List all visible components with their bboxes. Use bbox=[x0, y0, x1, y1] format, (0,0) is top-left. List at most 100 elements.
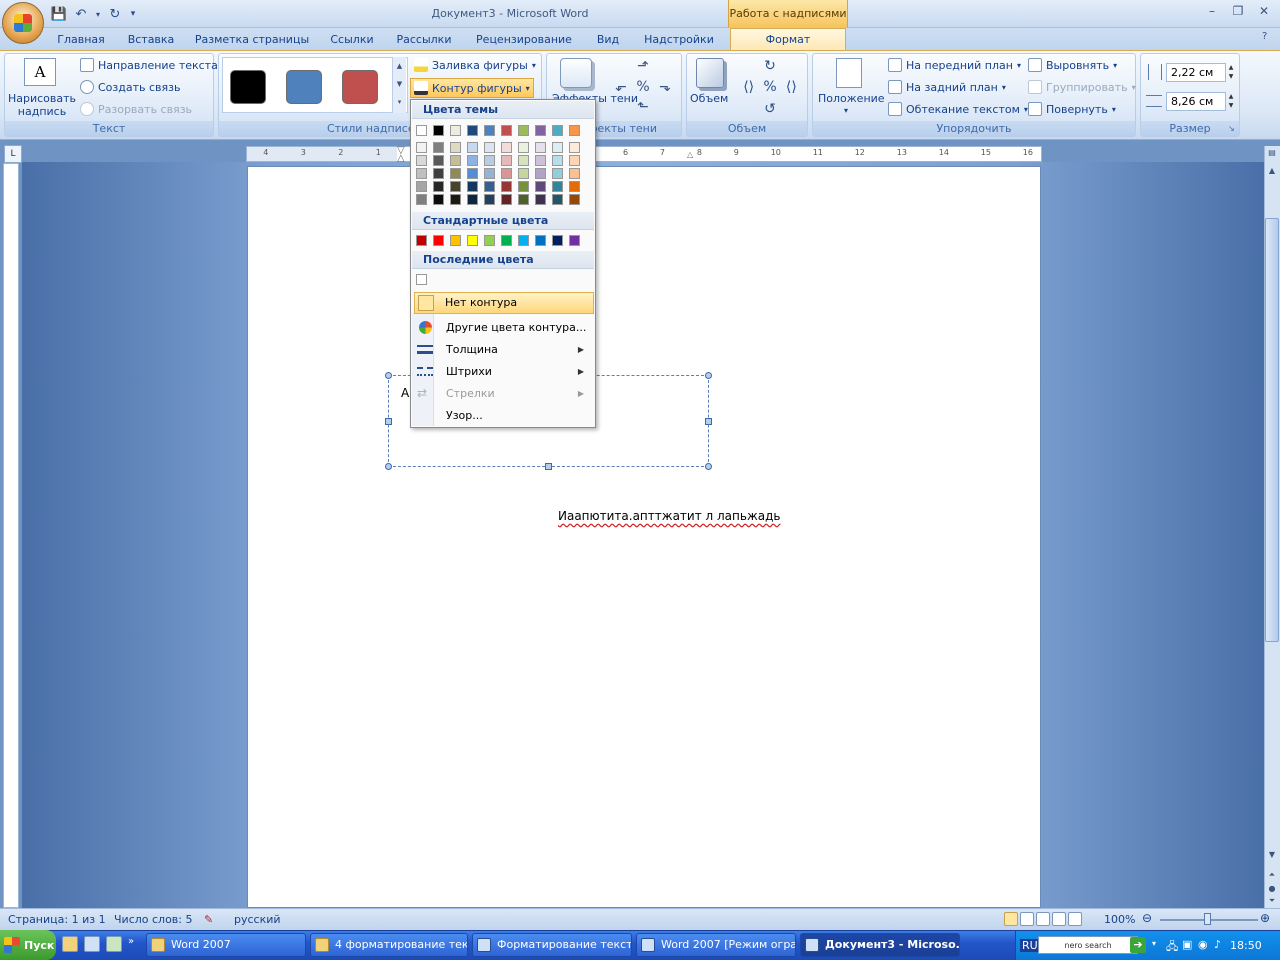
position-icon[interactable] bbox=[836, 58, 862, 88]
zoom-in-icon[interactable]: ⊕ bbox=[1260, 911, 1270, 925]
theme-shade-swatch[interactable] bbox=[450, 194, 461, 205]
theme-color-swatch[interactable] bbox=[467, 125, 478, 136]
theme-shade-swatch[interactable] bbox=[569, 194, 580, 205]
customize-qat-icon[interactable]: ▾ bbox=[128, 5, 138, 23]
go-arrow-icon[interactable]: ➔ bbox=[1130, 937, 1146, 953]
zoom-slider-thumb[interactable] bbox=[1204, 913, 1211, 925]
minimize-button[interactable]: – bbox=[1200, 2, 1224, 20]
monitor-icon[interactable]: ▣ bbox=[1182, 938, 1192, 951]
theme-color-swatch[interactable] bbox=[416, 125, 427, 136]
zoom-out-icon[interactable]: ⊖ bbox=[1142, 911, 1152, 925]
theme-color-swatch[interactable] bbox=[450, 125, 461, 136]
theme-shade-swatch[interactable] bbox=[518, 142, 529, 153]
redo-icon[interactable]: ↻ bbox=[106, 5, 124, 23]
office-button[interactable] bbox=[2, 2, 44, 44]
tab-view[interactable]: Вид bbox=[590, 31, 626, 49]
style-swatch-red[interactable] bbox=[342, 70, 378, 104]
3d-toggle-icon[interactable]: % bbox=[759, 77, 780, 98]
standard-color-swatch[interactable] bbox=[569, 235, 580, 246]
shape-fill-button[interactable]: Заливка фигуры ▾ bbox=[414, 58, 536, 72]
tilt-icon[interactable] bbox=[781, 56, 802, 77]
tilt-icon[interactable] bbox=[738, 99, 759, 120]
save-icon[interactable]: 💾 bbox=[50, 5, 68, 23]
resize-handle[interactable] bbox=[385, 463, 392, 470]
nudge-icon[interactable] bbox=[654, 99, 676, 120]
nudge-right-icon[interactable]: ⬎ bbox=[654, 79, 676, 100]
standard-color-swatch[interactable] bbox=[467, 235, 478, 246]
no-outline-item[interactable]: Нет контура bbox=[414, 292, 594, 314]
resize-handle[interactable] bbox=[705, 463, 712, 470]
shadow-toggle-icon[interactable]: % bbox=[632, 79, 654, 100]
recent-color-swatch[interactable] bbox=[416, 274, 427, 285]
theme-shade-swatch[interactable] bbox=[467, 194, 478, 205]
text-direction-button[interactable]: Направление текста bbox=[80, 58, 218, 72]
word-app-icon[interactable] bbox=[84, 936, 100, 952]
theme-shade-swatch[interactable] bbox=[552, 168, 563, 179]
tab-home[interactable]: Главная bbox=[52, 31, 110, 49]
tilt-left-icon[interactable]: ⟨⟩ bbox=[738, 77, 759, 98]
theme-shade-swatch[interactable] bbox=[433, 142, 444, 153]
rotate-button[interactable]: Повернуть ▾ bbox=[1028, 102, 1116, 116]
theme-color-swatch[interactable] bbox=[518, 125, 529, 136]
scroll-down-icon[interactable]: ▼ bbox=[1266, 850, 1278, 862]
create-link-button[interactable]: Создать связь bbox=[80, 80, 180, 94]
theme-shade-swatch[interactable] bbox=[416, 181, 427, 192]
theme-shade-swatch[interactable] bbox=[569, 168, 580, 179]
theme-shade-swatch[interactable] bbox=[484, 142, 495, 153]
next-page-icon[interactable]: ⏷ bbox=[1266, 896, 1278, 906]
theme-shade-swatch[interactable] bbox=[518, 168, 529, 179]
nudge-icon[interactable] bbox=[610, 58, 632, 79]
break-link-button[interactable]: Разорвать связь bbox=[80, 102, 192, 116]
theme-shade-swatch[interactable] bbox=[552, 181, 563, 192]
send-to-back-button[interactable]: На задний план ▾ bbox=[888, 80, 1006, 94]
input-language[interactable]: RU bbox=[1020, 939, 1040, 952]
theme-shade-swatch[interactable] bbox=[535, 142, 546, 153]
theme-shade-swatch[interactable] bbox=[569, 142, 580, 153]
theme-shade-swatch[interactable] bbox=[569, 181, 580, 192]
scroll-up-icon[interactable]: ▲ bbox=[1266, 166, 1278, 178]
draft-view-icon[interactable] bbox=[1068, 912, 1082, 926]
tab-format[interactable]: Формат bbox=[730, 28, 846, 51]
proofing-icon[interactable]: ✎ bbox=[204, 913, 213, 926]
text-wrap-button[interactable]: Обтекание текстом ▾ bbox=[888, 102, 1028, 116]
theme-color-swatch[interactable] bbox=[552, 125, 563, 136]
theme-shade-swatch[interactable] bbox=[416, 142, 427, 153]
print-layout-view-icon[interactable] bbox=[1004, 912, 1018, 926]
tab-insert[interactable]: Вставка bbox=[122, 31, 180, 49]
close-button[interactable]: ✕ bbox=[1252, 2, 1276, 20]
tilt-right-icon[interactable]: ⟨⟩ bbox=[781, 77, 802, 98]
theme-shade-swatch[interactable] bbox=[535, 155, 546, 166]
start-button[interactable]: Пуск bbox=[0, 930, 56, 960]
shadow-effects-icon[interactable] bbox=[560, 58, 592, 88]
vertical-ruler[interactable] bbox=[3, 163, 19, 908]
group-button[interactable]: Группировать ▾ bbox=[1028, 80, 1136, 94]
theme-shade-swatch[interactable] bbox=[416, 155, 427, 166]
theme-shade-swatch[interactable] bbox=[535, 181, 546, 192]
theme-color-swatch[interactable] bbox=[535, 125, 546, 136]
quick-launch-more-icon[interactable]: » bbox=[128, 936, 134, 952]
position-dropdown-icon[interactable]: ▾ bbox=[844, 106, 848, 115]
standard-color-swatch[interactable] bbox=[484, 235, 495, 246]
theme-shade-swatch[interactable] bbox=[501, 168, 512, 179]
document-page[interactable] bbox=[247, 166, 1041, 908]
draw-textbox-button[interactable]: Нарисовать надпись bbox=[6, 92, 78, 118]
theme-shade-swatch[interactable] bbox=[467, 142, 478, 153]
nudge-down-icon[interactable]: ⬑ bbox=[632, 99, 654, 120]
tilt-down-icon[interactable]: ↺ bbox=[759, 99, 780, 120]
theme-color-swatch[interactable] bbox=[484, 125, 495, 136]
resize-handle[interactable] bbox=[705, 372, 712, 379]
theme-shade-swatch[interactable] bbox=[433, 194, 444, 205]
style-swatch-black[interactable] bbox=[230, 70, 266, 104]
taskbar-item[interactable]: Форматирование текст... bbox=[472, 933, 632, 957]
theme-shade-swatch[interactable] bbox=[501, 155, 512, 166]
theme-color-swatch[interactable] bbox=[501, 125, 512, 136]
excel-app-icon[interactable] bbox=[106, 936, 122, 952]
gallery-scroll[interactable]: ▲ ▼ ▾ bbox=[392, 57, 406, 113]
theme-shade-swatch[interactable] bbox=[501, 181, 512, 192]
resize-handle[interactable] bbox=[385, 372, 392, 379]
bring-to-front-button[interactable]: На передний план ▾ bbox=[888, 58, 1021, 72]
theme-shade-swatch[interactable] bbox=[535, 168, 546, 179]
standard-color-swatch[interactable] bbox=[552, 235, 563, 246]
volume-icon[interactable]: ♪ bbox=[1214, 938, 1221, 951]
theme-shade-swatch[interactable] bbox=[433, 181, 444, 192]
